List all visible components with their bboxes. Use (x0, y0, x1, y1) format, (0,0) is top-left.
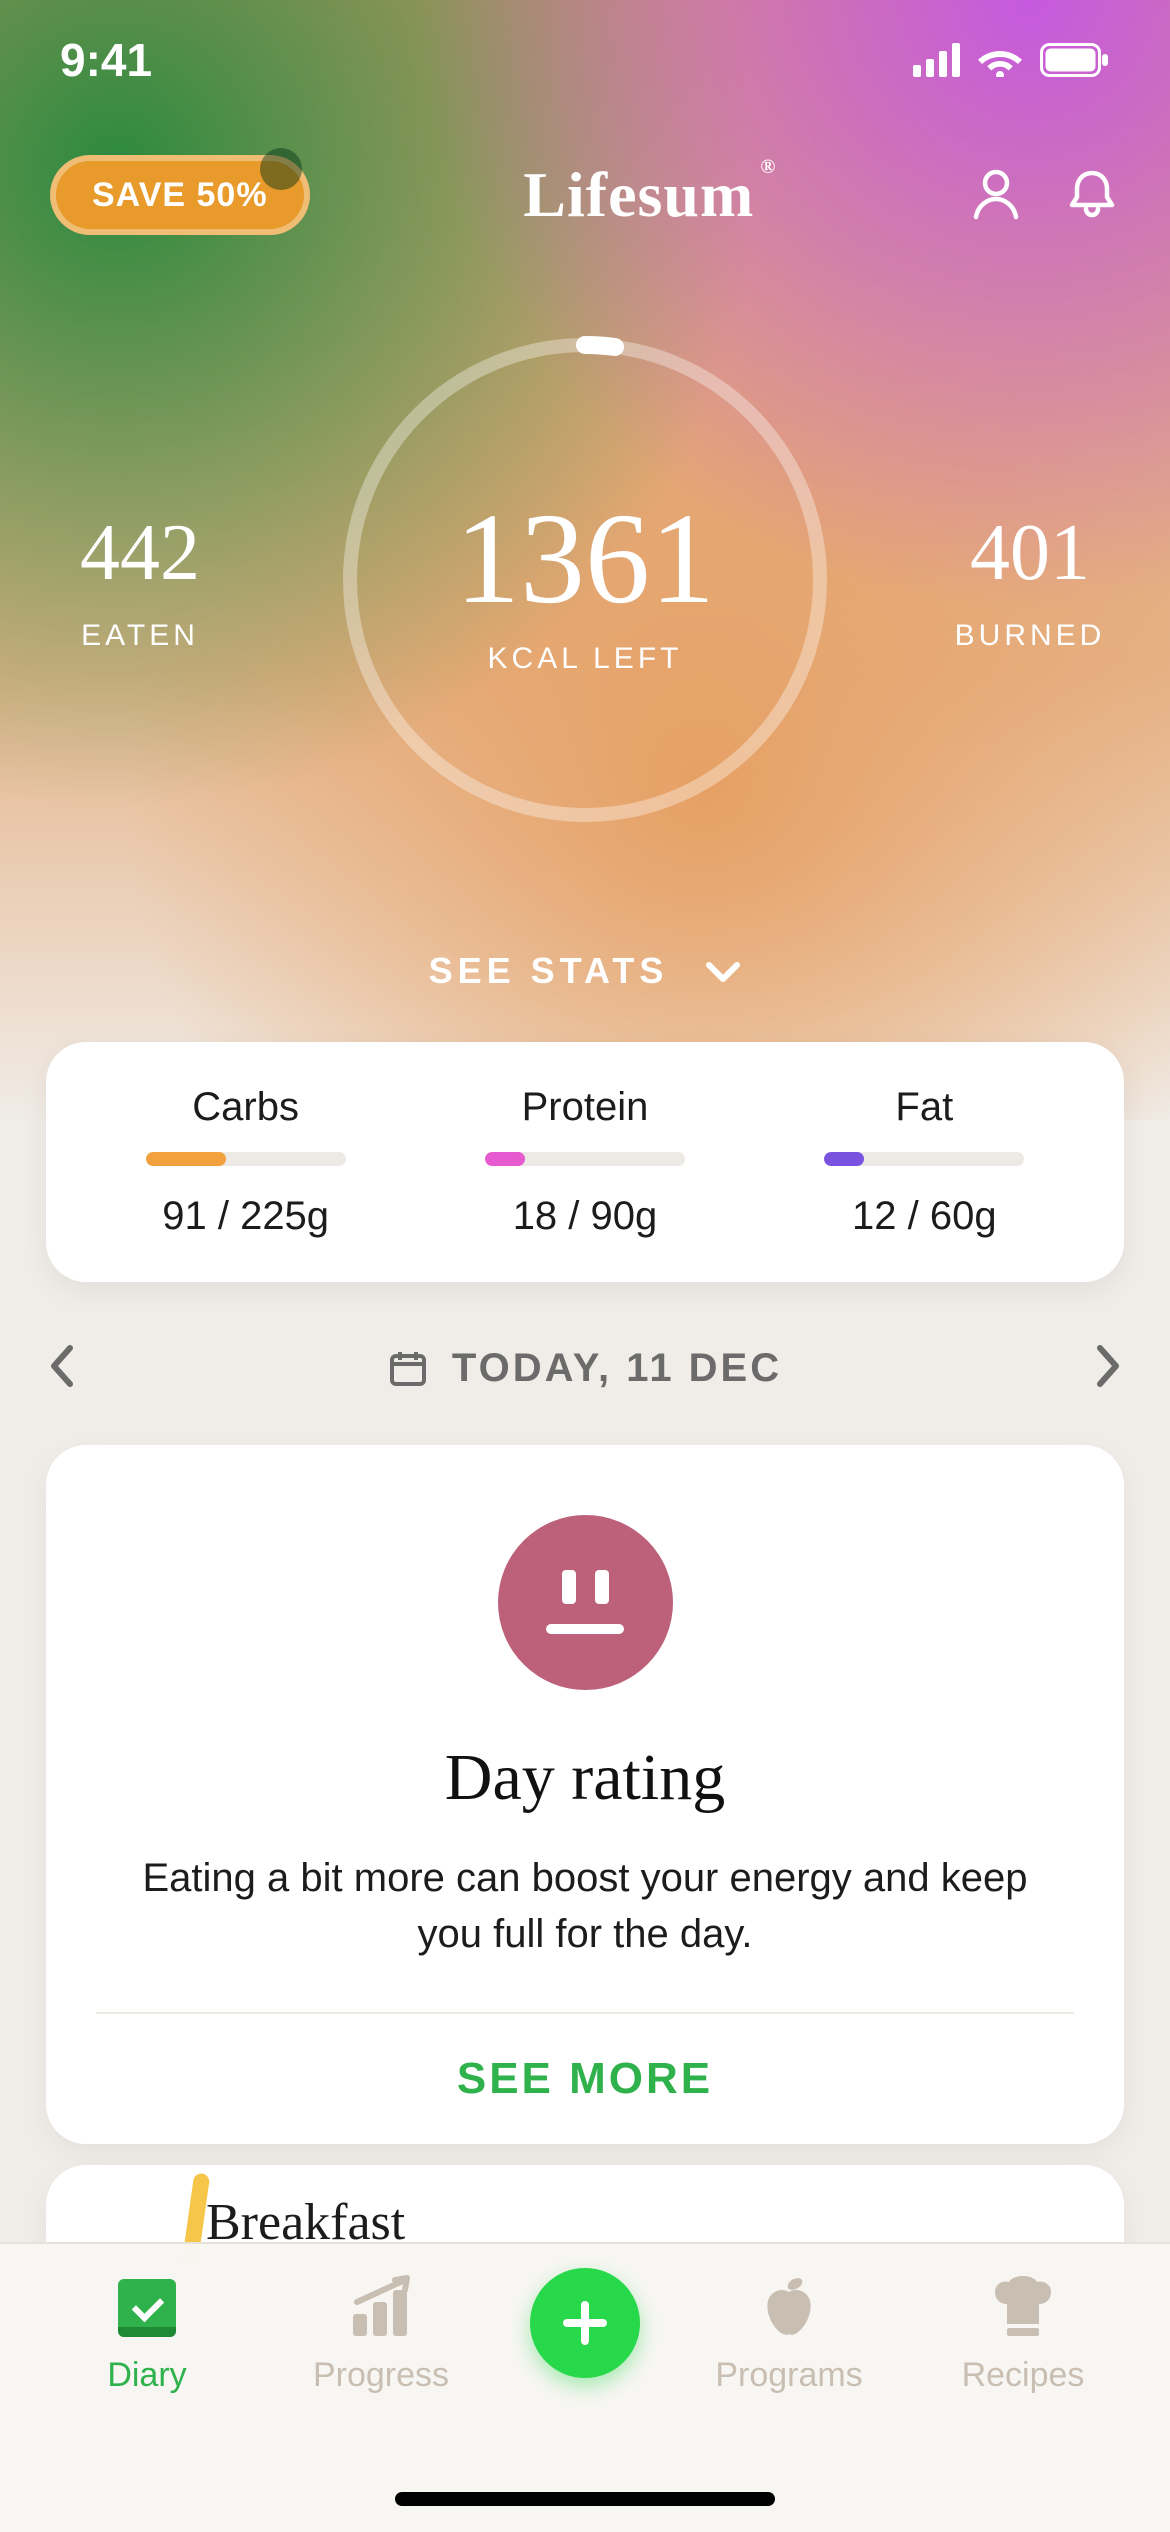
chevron-left-icon (46, 1342, 76, 1390)
diary-icon (118, 2279, 176, 2337)
next-day-button[interactable] (1094, 1342, 1124, 1395)
tab-recipes[interactable]: Recipes (923, 2274, 1123, 2395)
tab-progress[interactable]: Progress (281, 2274, 481, 2395)
chef-hat-icon (989, 2274, 1057, 2342)
neutral-face-icon (498, 1515, 673, 1690)
tab-label: Progress (313, 2356, 449, 2395)
eaten-block: 442 EATEN (15, 508, 265, 653)
chevron-down-icon (705, 952, 741, 994)
day-rating-text: Eating a bit more can boost your energy … (96, 1850, 1074, 2014)
app-header: SAVE 50% Lifesum® (0, 135, 1170, 255)
bottom-tab-bar: Diary Progress Programs Recipes (0, 2242, 1170, 2532)
macro-name: Fat (774, 1085, 1074, 1130)
plus-icon (530, 2268, 640, 2378)
apple-icon (755, 2274, 823, 2342)
macro-value: 18 / 90g (435, 1194, 735, 1239)
tab-diary[interactable]: Diary (47, 2274, 247, 2395)
burned-label: BURNED (905, 619, 1155, 653)
calendar-icon (388, 1348, 428, 1388)
macro-bar (485, 1152, 685, 1166)
save-offer-label: SAVE 50% (92, 176, 268, 215)
dot-decoration (260, 148, 302, 190)
status-bar: 9:41 (0, 0, 1170, 120)
chevron-right-icon (1094, 1342, 1124, 1390)
see-stats-button[interactable]: SEE STATS (0, 950, 1170, 994)
wifi-icon (978, 43, 1022, 77)
logo-area: Lifesum® (310, 158, 968, 232)
calorie-summary: 442 EATEN 1361 KCAL LEFT 401 BURNED (0, 330, 1170, 830)
macro-bar (824, 1152, 1024, 1166)
macro-name: Carbs (96, 1085, 396, 1130)
progress-icon (347, 2274, 415, 2342)
macro-bar (146, 1152, 346, 1166)
date-label: TODAY, 11 DEC (452, 1346, 782, 1391)
date-navigator: TODAY, 11 DEC (46, 1328, 1124, 1408)
status-time: 9:41 (60, 33, 152, 87)
profile-icon[interactable] (968, 165, 1024, 226)
date-picker-button[interactable]: TODAY, 11 DEC (388, 1346, 782, 1391)
macro-fat: Fat 12 / 60g (774, 1085, 1074, 1239)
add-button[interactable] (515, 2274, 655, 2378)
macros-card[interactable]: Carbs 91 / 225g Protein 18 / 90g Fat 12 … (46, 1042, 1124, 1282)
tab-label: Recipes (962, 2356, 1085, 2395)
kcal-left-value: 1361 (455, 484, 715, 634)
tab-label: Diary (107, 2356, 186, 2395)
eaten-value: 442 (15, 508, 265, 599)
macro-value: 91 / 225g (96, 1194, 396, 1239)
tab-label: Programs (715, 2356, 862, 2395)
macro-protein: Protein 18 / 90g (435, 1085, 735, 1239)
bell-icon[interactable] (1064, 165, 1120, 226)
burned-value: 401 (905, 508, 1155, 599)
eaten-label: EATEN (15, 619, 265, 653)
battery-icon (1040, 43, 1110, 77)
status-indicators (913, 43, 1110, 77)
kcal-ring[interactable]: 1361 KCAL LEFT (335, 330, 835, 830)
day-rating-card: Day rating Eating a bit more can boost y… (46, 1445, 1124, 2144)
tab-programs[interactable]: Programs (689, 2274, 889, 2395)
prev-day-button[interactable] (46, 1342, 76, 1395)
app-logo: Lifesum® (523, 158, 754, 232)
see-stats-label: SEE STATS (429, 950, 669, 991)
macro-carbs: Carbs 91 / 225g (96, 1085, 396, 1239)
day-rating-title: Day rating (96, 1740, 1074, 1816)
burned-block: 401 BURNED (905, 508, 1155, 653)
kcal-left-label: KCAL LEFT (488, 642, 683, 676)
home-indicator[interactable] (395, 2492, 775, 2506)
cellular-icon (913, 43, 960, 77)
see-more-button[interactable]: SEE MORE (96, 2014, 1074, 2104)
macro-name: Protein (435, 1085, 735, 1130)
macro-value: 12 / 60g (774, 1194, 1074, 1239)
